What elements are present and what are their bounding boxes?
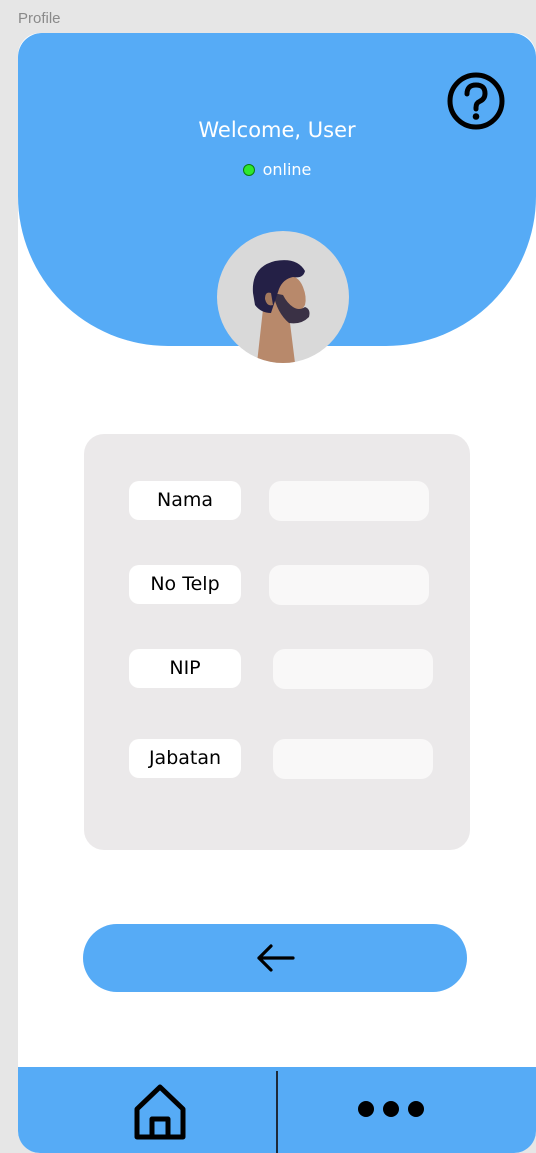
arrow-left-icon	[257, 944, 295, 972]
back-button[interactable]	[83, 924, 467, 992]
profile-form-card: Nama No Telp NIP Jabatan	[84, 434, 470, 850]
label-jabatan: Jabatan	[129, 739, 241, 778]
home-icon	[134, 1084, 186, 1140]
label-no-telp: No Telp	[129, 565, 241, 604]
welcome-text: Welcome, User	[198, 118, 356, 142]
avatar[interactable]	[217, 231, 349, 363]
bottom-nav	[18, 1067, 536, 1153]
nav-home-button[interactable]	[131, 1081, 189, 1143]
nav-divider	[276, 1071, 278, 1153]
status-dot-icon	[242, 164, 255, 176]
profile-screen: Welcome, User online Nama No Telp NIP Ja…	[18, 33, 536, 1153]
label-nip: NIP	[129, 649, 241, 688]
online-status: online	[18, 160, 536, 179]
frame-title: Profile	[18, 10, 61, 27]
nip-input[interactable]	[273, 649, 433, 689]
nav-more-button[interactable]	[356, 1097, 428, 1121]
jabatan-input[interactable]	[273, 739, 433, 779]
label-nama: Nama	[129, 481, 241, 520]
nama-input[interactable]	[269, 481, 429, 521]
more-dots-icon	[358, 1101, 424, 1117]
status-label: online	[262, 160, 312, 179]
user-avatar-illustration	[252, 260, 310, 363]
no-telp-input[interactable]	[269, 565, 429, 605]
